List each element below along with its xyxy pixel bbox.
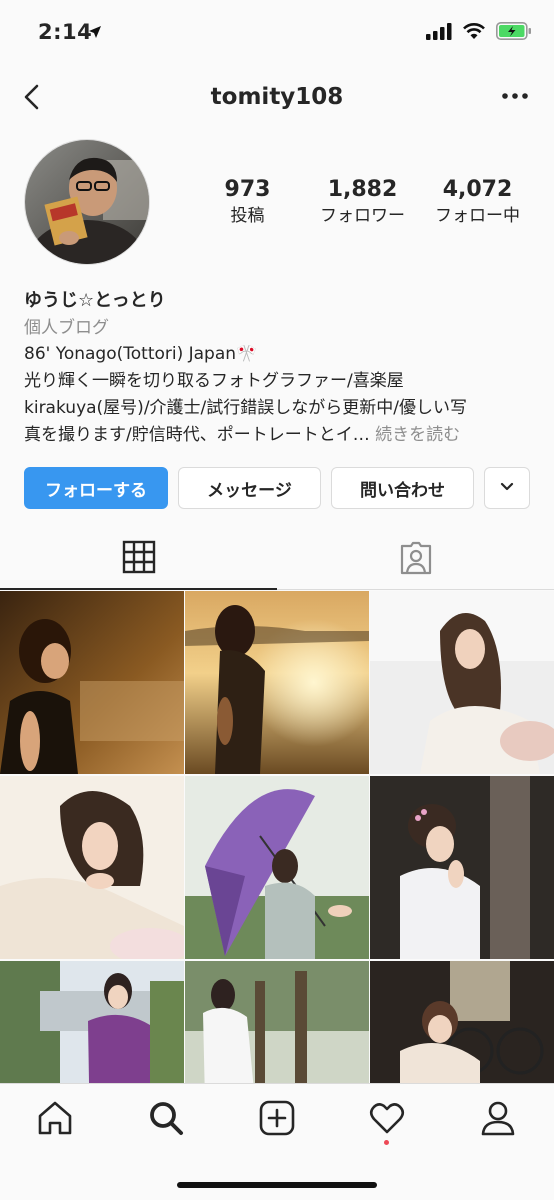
contact-button[interactable]: 問い合わせ xyxy=(331,467,474,509)
bio-line: 86' Yonago(Tottori) Japan🎌 xyxy=(24,344,258,364)
tab-grid[interactable] xyxy=(0,530,277,590)
bottom-tab-bar xyxy=(0,1083,554,1200)
stat-following[interactable]: 4,072 フォロー中 xyxy=(420,176,535,228)
avatar[interactable] xyxy=(24,139,150,265)
post-thumbnail[interactable] xyxy=(185,591,369,774)
tab-tagged[interactable] xyxy=(277,530,554,590)
search-icon[interactable] xyxy=(146,1098,186,1138)
status-time: 2:14 xyxy=(38,20,93,44)
display-name: ゆうじ☆とっとり xyxy=(24,290,166,311)
wifi-icon xyxy=(462,22,486,44)
post-thumbnail[interactable] xyxy=(370,776,554,959)
status-icons xyxy=(426,22,532,44)
profile-actions: フォローする メッセージ 問い合わせ xyxy=(24,467,530,509)
more-horizontal-icon[interactable] xyxy=(500,84,530,108)
post-thumbnail[interactable] xyxy=(0,591,184,774)
home-icon[interactable] xyxy=(35,1098,75,1138)
stat-posts-count: 973 xyxy=(224,177,271,202)
stat-following-label: フォロー中 xyxy=(435,206,520,226)
status-bar: 2:14 xyxy=(0,0,554,66)
heart-icon[interactable] xyxy=(367,1098,407,1138)
grid-icon xyxy=(122,540,156,578)
profile-username: tomity108 xyxy=(210,84,344,110)
message-button[interactable]: メッセージ xyxy=(178,467,321,509)
home-indicator xyxy=(177,1182,377,1188)
post-thumbnail[interactable] xyxy=(185,776,369,959)
stat-followers-label: フォロワー xyxy=(320,206,405,226)
profile-category: 個人ブログ xyxy=(24,318,109,338)
profile-bio: ゆうじ☆とっとり 個人ブログ 86' Yonago(Tottori) Japan… xyxy=(24,288,534,449)
bio-line-text: 真を撮ります/貯信時代、ポートレートとイ… xyxy=(24,425,370,445)
profile-header-bar: tomity108 xyxy=(0,70,554,126)
suggested-accounts-button[interactable] xyxy=(484,467,530,509)
posts-grid xyxy=(0,591,554,1144)
profile-stats: 973 投稿 1,882 フォロワー 4,072 フォロー中 xyxy=(190,176,535,228)
stat-following-count: 4,072 xyxy=(442,177,513,202)
stat-followers-count: 1,882 xyxy=(327,177,398,202)
location-arrow-icon xyxy=(88,24,102,43)
stat-posts-label: 投稿 xyxy=(230,206,265,226)
bio-line: 光り輝く一瞬を切り取るフォトグラファー/喜楽屋 xyxy=(24,371,404,391)
add-post-icon[interactable] xyxy=(257,1098,297,1138)
post-thumbnail[interactable] xyxy=(370,591,554,774)
bio-line: kirakuya(屋号)/介護士/試行錯誤しながら更新中/優しい写 xyxy=(24,398,467,418)
post-thumbnail[interactable] xyxy=(0,776,184,959)
battery-icon xyxy=(496,22,532,44)
chevron-down-icon xyxy=(499,478,515,499)
notification-dot xyxy=(384,1140,389,1145)
stat-followers[interactable]: 1,882 フォロワー xyxy=(305,176,420,228)
stat-posts[interactable]: 973 投稿 xyxy=(190,176,305,228)
profile-icon[interactable] xyxy=(478,1098,518,1138)
profile-tabs xyxy=(0,530,554,590)
bio-line-last: 真を撮ります/貯信時代、ポートレートとイ… 続きを読む xyxy=(24,422,534,449)
read-more-link[interactable]: 続きを読む xyxy=(375,425,460,445)
follow-button[interactable]: フォローする xyxy=(24,467,168,509)
signal-icon xyxy=(426,22,452,44)
tagged-person-icon xyxy=(398,540,434,580)
